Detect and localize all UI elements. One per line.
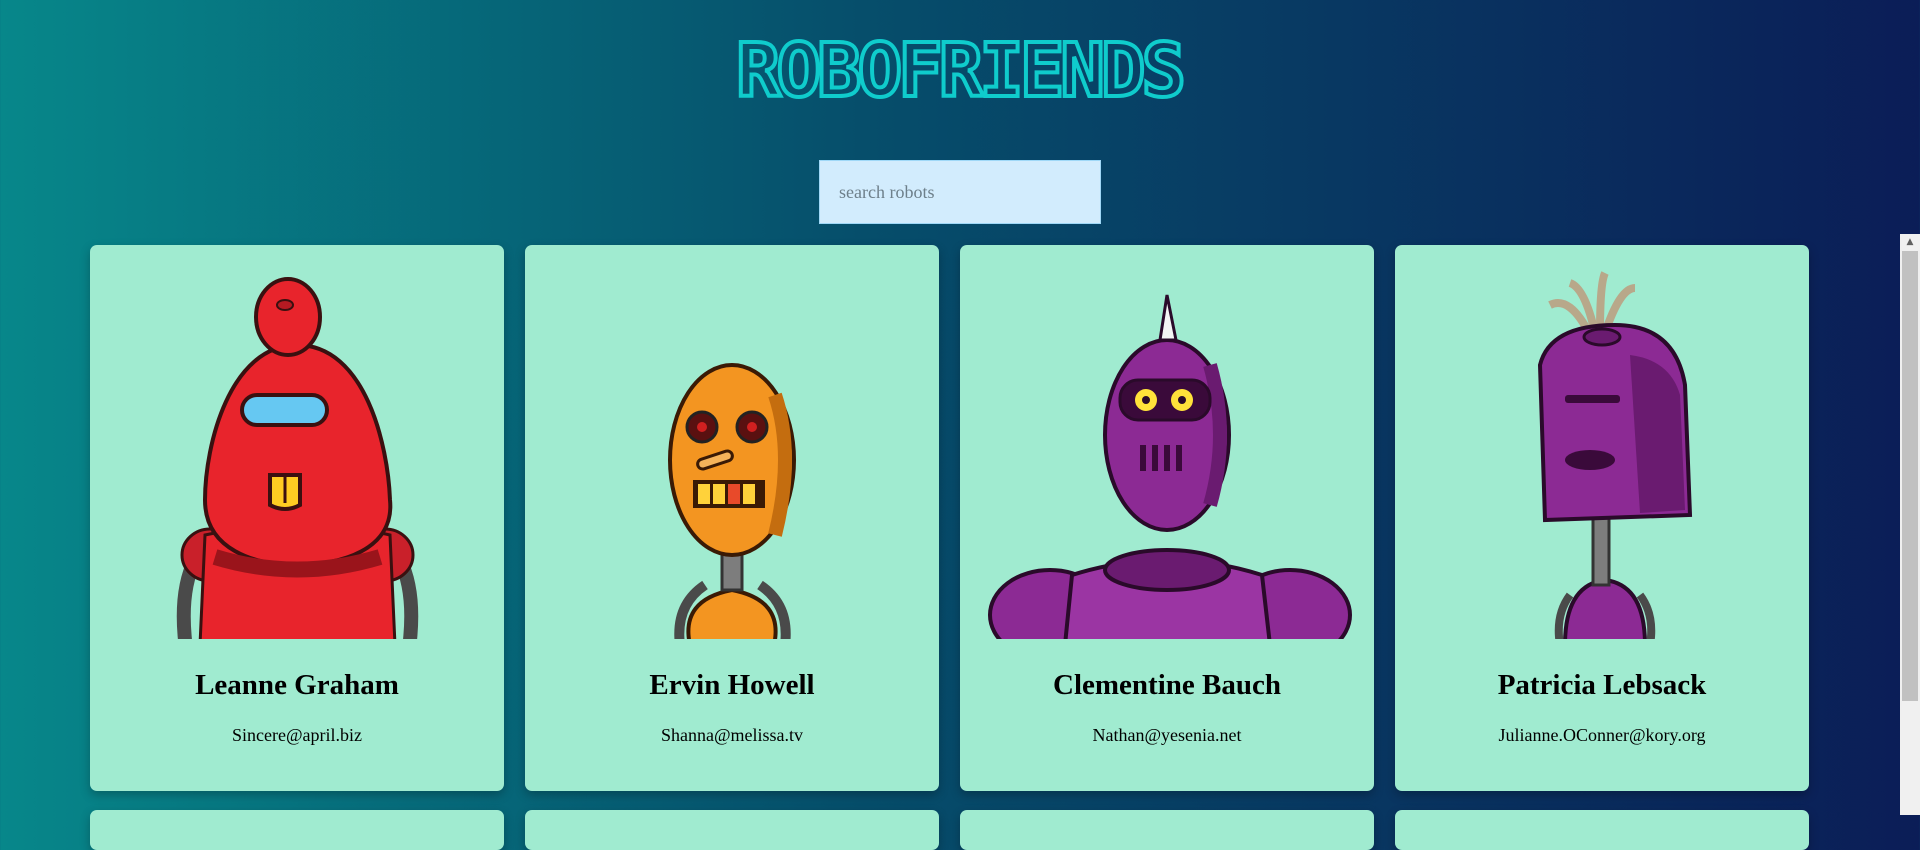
robot-name: Ervin Howell [649,669,815,701]
robot-card-partial[interactable] [525,810,939,850]
robot-email: Shanna@melissa.tv [660,725,804,745]
robot-email: Sincere@april.biz [231,725,363,745]
robot-email: Julianne.OConner@kory.org [1498,725,1706,745]
robot-avatar [110,265,484,639]
robot-name: Clementine Bauch [1053,669,1281,701]
robot-name: Patricia Lebsack [1497,669,1707,701]
title-logo: ROBOFRIENDS [734,28,1189,104]
scrollbar-thumb[interactable] [1902,251,1918,701]
robot-card-partial[interactable] [960,810,1374,850]
scroll-up-arrow-icon[interactable]: ▲ [1900,234,1920,250]
robot-card[interactable]: Clementine Bauch Nathan@yesenia.net [960,245,1374,791]
scrollbar[interactable]: ▲ [1900,234,1920,815]
robot-card[interactable]: Ervin Howell Shanna@melissa.tv [525,245,939,791]
robot-avatar [980,265,1354,639]
robot-name: Leanne Graham [195,669,399,701]
robot-card-partial[interactable] [90,810,504,850]
robot-email: Nathan@yesenia.net [1092,725,1242,745]
page-title: ROBOFRIENDS [0,28,1918,109]
robot-card-partial[interactable] [1395,810,1809,850]
robot-card[interactable]: Patricia Lebsack Julianne.OConner@kory.o… [1395,245,1809,791]
search-input[interactable] [819,160,1101,224]
robot-card[interactable]: Leanne Graham Sincere@april.biz [90,245,504,791]
robot-avatar [1415,265,1789,639]
robot-avatar [545,265,919,639]
svg-text:ROBOFRIENDS: ROBOFRIENDS [736,28,1183,104]
